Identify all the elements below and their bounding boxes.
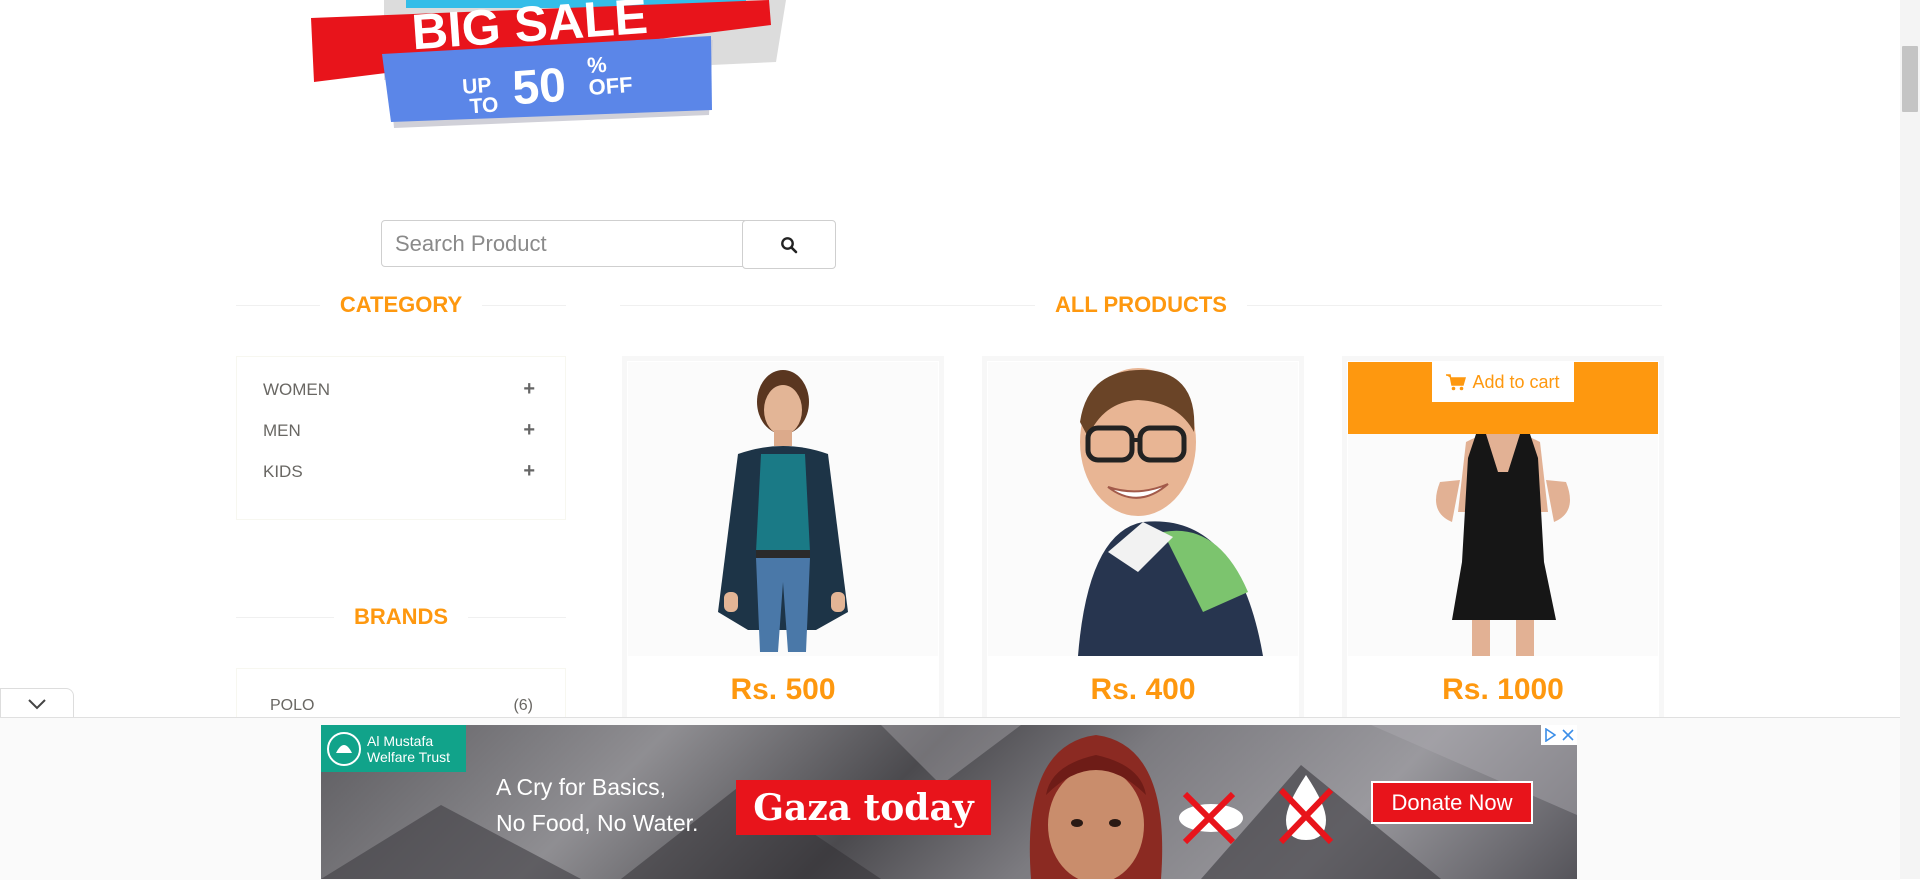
search-icon [781,236,798,253]
product-hover-overlay: Add to cart [1348,362,1658,434]
product-card[interactable]: Rs. 500 [622,356,944,726]
ad-info-icon[interactable] [1541,725,1559,745]
all-products-heading: ALL PRODUCTS [620,290,1662,320]
chevron-down-icon [28,699,46,710]
brand-label: POLO [270,697,315,714]
big-sale-banner: BIG SALE UP TO 50 % OFF [311,0,786,128]
ad-girl-photo [1029,735,1163,879]
brand-count: (6) [513,697,533,714]
ad-org-name-line2: Welfare Trust [367,748,450,765]
ad-tagline: A Cry for Basics, No Food, No Water. [496,769,698,841]
product-price: Rs. 400 [1090,673,1196,706]
scrollbar-thumb[interactable] [1902,46,1918,112]
search-bar [381,220,836,269]
category-label: WOMEN [263,379,331,399]
category-item-men[interactable]: MEN + [237,410,565,451]
category-panel: WOMEN + MEN + KIDS + [236,356,566,520]
category-heading: CATEGORY [236,290,566,320]
product-image-woman[interactable] [628,362,938,656]
product-price: Rs. 500 [730,673,836,706]
brands-heading: BRANDS [236,602,566,632]
add-to-cart-label: Add to cart [1472,371,1560,392]
search-input[interactable] [381,220,745,267]
ad-close-icon[interactable] [1559,725,1577,745]
banner-to-text: TO [469,93,499,118]
ad-collapse-button[interactable] [0,688,74,719]
plus-icon[interactable]: + [523,419,535,442]
product-card[interactable]: Rs. 400 [982,356,1304,726]
product-card[interactable]: Add to cart Rs. 1000 [1342,356,1664,726]
banner-percent-value: 50 [511,59,568,116]
trust-emblem-icon [327,731,361,766]
donate-now-button[interactable]: Donate Now [1371,781,1533,824]
category-item-women[interactable]: WOMEN + [237,369,565,410]
ad-choices [1541,725,1577,745]
add-to-cart-button[interactable]: Add to cart [1432,362,1574,402]
category-label: KIDS [263,461,303,481]
plus-icon[interactable]: + [523,460,535,483]
category-item-kids[interactable]: KIDS + [237,451,565,492]
ad-banner[interactable]: Al Mustafa Welfare Trust A Cry for Basic… [321,725,1577,879]
product-price: Rs. 1000 [1442,673,1564,706]
brand-item-polo[interactable]: POLO (6) [237,697,565,715]
empty-bowl-icon [1179,791,1243,845]
plus-icon[interactable]: + [523,378,535,401]
ad-org-name-line1: Al Mustafa [367,732,434,749]
product-image-man[interactable] [988,362,1298,656]
page-scrollbar[interactable] [1900,0,1920,879]
ad-headline: Gaza today [736,780,991,835]
ad-org-logo: Al Mustafa Welfare Trust [321,725,466,772]
no-water-icon [1278,775,1334,845]
shopping-cart-icon [1446,373,1467,390]
banner-off-text: OFF [588,72,634,100]
ad-tagline-line2: No Food, No Water. [496,810,699,836]
ad-tagline-line1: A Cry for Basics, [496,774,666,800]
category-label: MEN [263,420,301,440]
search-button[interactable] [742,220,836,269]
